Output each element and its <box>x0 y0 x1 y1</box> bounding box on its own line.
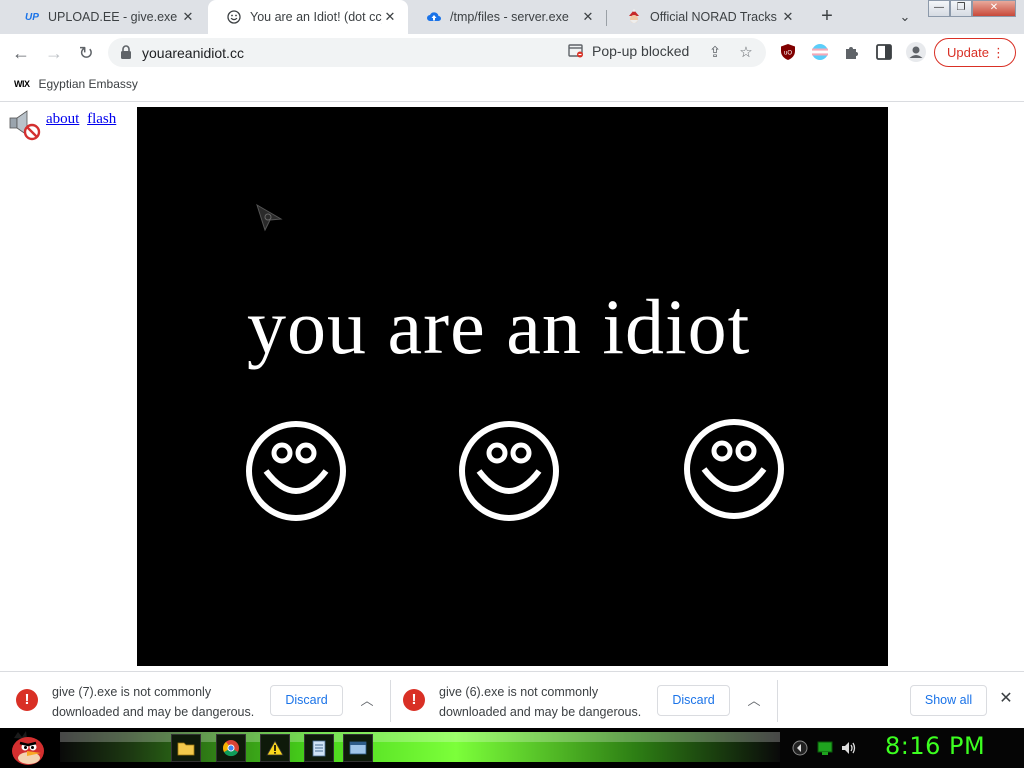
tab-strip: UP UPLOAD.EE - give.exe - D ✕ You are an… <box>0 0 1024 34</box>
about-link[interactable]: about <box>46 111 79 127</box>
smiley-face-icon <box>246 421 346 521</box>
share-icon[interactable]: ⇪ <box>706 44 724 62</box>
close-tab-icon[interactable]: ✕ <box>580 9 596 25</box>
minimize-button[interactable]: — <box>928 0 950 17</box>
notepad-icon <box>312 740 326 757</box>
download-warning-text: give (6).exe is not commonly downloaded … <box>439 685 642 719</box>
application-window-icon <box>349 741 367 755</box>
reload-button[interactable]: ↻ <box>73 40 99 66</box>
restore-button[interactable]: ❐ <box>950 0 972 17</box>
close-download-shelf-icon[interactable]: ✕ <box>997 690 1015 708</box>
taskbar-warning-app-button[interactable] <box>260 734 290 762</box>
back-button[interactable]: ← <box>8 40 34 66</box>
tab-upload[interactable]: UP UPLOAD.EE - give.exe - D ✕ <box>6 0 206 34</box>
close-tab-icon[interactable]: ✕ <box>780 9 796 25</box>
forward-button[interactable]: → <box>41 40 67 66</box>
tab-title: /tmp/files - server.exe <box>450 10 569 24</box>
chrome-menu-icon[interactable]: ⋮ <box>992 39 1005 66</box>
taskbar-window-button[interactable] <box>343 734 373 762</box>
tab-tmp-files[interactable]: /tmp/files - server.exe ✕ <box>408 0 606 34</box>
bookmark-egyptian-embassy[interactable]: WIX Egyptian Embassy <box>14 77 138 91</box>
lock-icon[interactable] <box>120 45 132 59</box>
url-text[interactable]: youareanidiot.cc <box>142 45 244 61</box>
popup-blocked-indicator[interactable]: Pop-up blocked <box>568 43 689 59</box>
smiley-icon <box>226 9 242 25</box>
taskbar-notepad-button[interactable] <box>304 734 334 762</box>
close-window-button[interactable]: ✕ <box>972 0 1016 17</box>
download-item[interactable]: ! give (7).exe is not commonly downloade… <box>0 672 390 729</box>
folder-icon <box>177 742 195 756</box>
wix-favicon: WIX <box>14 79 30 89</box>
tray-app-icon[interactable] <box>792 740 808 756</box>
santa-icon <box>626 9 642 25</box>
volume-icon[interactable] <box>840 740 856 756</box>
update-label: Update <box>947 45 989 60</box>
smiley-face-icon <box>459 421 559 521</box>
cloud-upload-icon <box>426 9 442 25</box>
new-tab-button[interactable]: + <box>815 5 839 29</box>
taskbar-shine <box>60 732 780 742</box>
tab-search-button[interactable]: ⌄ <box>894 6 916 28</box>
taskbar-clock[interactable]: 8:16 PM <box>885 732 985 760</box>
extensions-puzzle-icon[interactable] <box>843 43 861 61</box>
upload-ee-favicon: UP <box>25 11 39 23</box>
window-controls: — ❐ ✕ <box>928 0 1016 17</box>
warning-triangle-icon <box>266 740 284 756</box>
tab-norad[interactable]: Official NORAD Tracks Sa ✕ <box>608 0 806 34</box>
tab-title: You are an Idiot! (dot cc) <box>250 10 382 24</box>
flash-link[interactable]: flash <box>87 111 116 127</box>
bookmarks-bar: WIX Egyptian Embassy <box>0 71 1024 102</box>
tab-separator <box>606 10 607 26</box>
bookmark-star-icon[interactable]: ☆ <box>737 44 755 62</box>
chevron-up-icon[interactable]: ︿ <box>358 690 376 708</box>
address-bar[interactable]: youareanidiot.cc Pop-up blocked ⇪ ☆ <box>108 38 766 67</box>
close-tab-icon[interactable]: ✕ <box>382 9 398 25</box>
chrome-icon <box>223 740 239 757</box>
download-separator <box>777 680 778 722</box>
danger-warning-icon: ! <box>16 689 38 711</box>
mouse-cursor-icon <box>256 203 283 232</box>
profile-color-extension-icon[interactable] <box>811 43 829 61</box>
download-item[interactable]: ! give (6).exe is not commonly downloade… <box>387 672 777 729</box>
profile-avatar-icon[interactable] <box>906 42 926 62</box>
taskbar-chrome-button[interactable] <box>216 734 246 762</box>
danger-warning-icon: ! <box>403 689 425 711</box>
close-tab-icon[interactable]: ✕ <box>180 9 196 25</box>
smiley-face-icon <box>684 419 784 519</box>
discard-button[interactable]: Discard <box>657 685 730 716</box>
chevron-up-icon[interactable]: ︿ <box>745 690 763 708</box>
download-shelf: ! give (7).exe is not commonly downloade… <box>0 671 1024 728</box>
start-button-angry-bird-icon[interactable] <box>8 730 48 766</box>
page-viewport: about flash you are an idiot <box>0 102 1024 671</box>
taskbar: 8:16 PM <box>0 728 1024 768</box>
tab-title: Official NORAD Tracks Sa <box>650 10 780 24</box>
browser-toolbar: ← → ↻ youareanidiot.cc Pop-up blocked ⇪ … <box>0 34 1024 71</box>
sound-muted-icon[interactable] <box>8 109 42 141</box>
side-panel-icon[interactable] <box>875 43 893 61</box>
svg-text:uO: uO <box>784 51 792 57</box>
taskbar-explorer-button[interactable] <box>171 734 201 762</box>
tab-title: UPLOAD.EE - give.exe - D <box>48 10 180 24</box>
tab-you-are-an-idiot[interactable]: You are an Idiot! (dot cc) ✕ <box>208 0 408 34</box>
page-links: about flash <box>46 111 120 128</box>
ublock-origin-icon[interactable]: uO <box>779 43 797 61</box>
download-warning-text: give (7).exe is not commonly downloaded … <box>52 685 255 719</box>
show-all-downloads-button[interactable]: Show all <box>910 685 987 716</box>
flash-stage[interactable]: you are an idiot <box>137 107 888 666</box>
popup-blocked-icon <box>568 44 583 58</box>
bookmark-label: Egyptian Embassy <box>38 77 138 91</box>
network-icon[interactable] <box>817 740 833 756</box>
popup-blocked-label: Pop-up blocked <box>592 43 690 59</box>
update-chrome-button[interactable]: Update ⋮ <box>934 38 1016 67</box>
discard-button[interactable]: Discard <box>270 685 343 716</box>
headline-text: you are an idiot <box>247 283 751 370</box>
